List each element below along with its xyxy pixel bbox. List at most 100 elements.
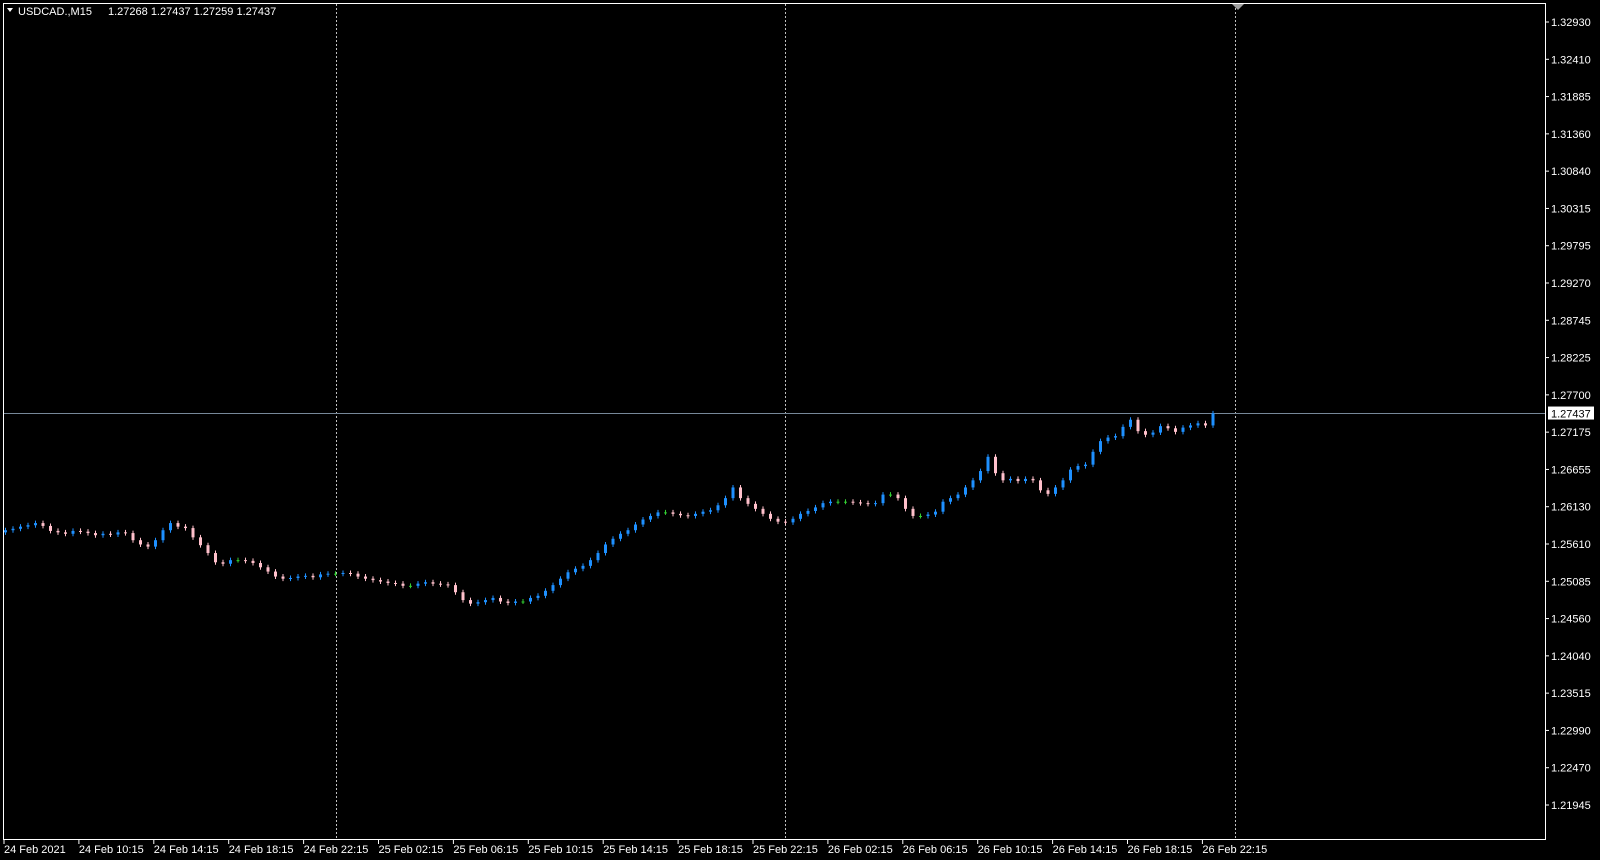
candle-body bbox=[491, 597, 495, 601]
candle-body bbox=[776, 518, 780, 522]
candle-body bbox=[1196, 423, 1200, 426]
x-tick-label: 24 Feb 18:15 bbox=[229, 844, 294, 856]
candle-body bbox=[686, 515, 690, 517]
candle-body bbox=[461, 592, 465, 601]
candle-body bbox=[1091, 451, 1095, 465]
candle-body bbox=[251, 560, 255, 564]
y-tick-label: 1.24040 bbox=[1551, 651, 1591, 663]
candle-body bbox=[176, 523, 180, 527]
candle-body bbox=[94, 533, 97, 536]
candle-body bbox=[544, 590, 547, 596]
y-tick-label: 1.23515 bbox=[1551, 688, 1591, 700]
candle-body bbox=[1039, 480, 1042, 491]
candle-body bbox=[86, 531, 90, 534]
candle-body bbox=[349, 572, 352, 574]
candle-body bbox=[941, 501, 945, 512]
candle-body bbox=[506, 601, 510, 603]
candle-body bbox=[589, 560, 592, 566]
candle-body bbox=[439, 583, 442, 585]
candle-body bbox=[971, 480, 975, 488]
candle-body bbox=[874, 503, 877, 505]
candle-body bbox=[454, 585, 457, 593]
candle-body bbox=[761, 508, 765, 514]
candle-body bbox=[634, 524, 637, 531]
candle-body bbox=[1046, 490, 1050, 494]
candle-body bbox=[296, 576, 300, 578]
y-tick-label: 1.28745 bbox=[1551, 315, 1591, 327]
candle-body bbox=[401, 583, 405, 586]
candle-body bbox=[1024, 478, 1027, 482]
candle-body bbox=[1189, 425, 1192, 428]
candle-body bbox=[409, 585, 412, 587]
candle-body bbox=[1061, 480, 1065, 488]
candle-body bbox=[716, 505, 720, 511]
candle-body bbox=[709, 510, 712, 512]
y-tick-label: 1.26130 bbox=[1551, 502, 1591, 514]
candle-body bbox=[1069, 469, 1072, 481]
candle-body bbox=[49, 525, 52, 531]
x-tick-label: 26 Feb 18:15 bbox=[1128, 844, 1193, 856]
candle-body bbox=[836, 501, 840, 503]
y-tick-label: 1.24560 bbox=[1551, 614, 1591, 626]
candle-body bbox=[236, 560, 240, 562]
candle-body bbox=[979, 471, 982, 481]
candle-body bbox=[581, 565, 585, 569]
x-tick-label: 24 Feb 22:15 bbox=[304, 844, 369, 856]
candle-body bbox=[949, 498, 952, 502]
x-tick-label: 26 Feb 14:15 bbox=[1053, 844, 1118, 856]
candle-body bbox=[791, 518, 795, 523]
candle-body bbox=[34, 523, 37, 526]
candle-body bbox=[311, 575, 315, 578]
x-tick-label: 26 Feb 02:15 bbox=[828, 844, 893, 856]
candle-body bbox=[1054, 487, 1057, 494]
candle-body bbox=[724, 498, 727, 506]
candle-body bbox=[514, 601, 517, 603]
candle-body bbox=[1151, 432, 1155, 435]
x-tick-label: 24 Feb 10:15 bbox=[79, 844, 144, 856]
candle-body bbox=[124, 532, 127, 534]
candle-body bbox=[289, 577, 292, 579]
candle-body bbox=[484, 600, 487, 603]
candle-body bbox=[1001, 473, 1005, 481]
candle-body bbox=[889, 494, 892, 496]
candle-body bbox=[799, 513, 802, 519]
candle-body bbox=[821, 503, 825, 508]
candle-body bbox=[844, 501, 847, 503]
candle-body bbox=[649, 515, 652, 520]
candle-body bbox=[596, 553, 600, 561]
candle-body bbox=[206, 545, 210, 554]
candle-body bbox=[139, 540, 142, 545]
candle-body bbox=[334, 573, 337, 575]
candle-body bbox=[416, 583, 420, 586]
candle-body bbox=[1211, 413, 1215, 426]
candle-body bbox=[356, 573, 360, 577]
candle-body bbox=[1181, 427, 1185, 432]
candle-body bbox=[814, 507, 817, 511]
candle-body bbox=[1136, 419, 1140, 432]
candle-body bbox=[71, 530, 75, 534]
candle-body bbox=[259, 563, 262, 568]
candle-body bbox=[926, 514, 930, 516]
candle-body bbox=[394, 582, 397, 584]
candle-body bbox=[671, 512, 675, 514]
candle-body bbox=[79, 530, 82, 532]
y-tick-label: 1.29270 bbox=[1551, 278, 1591, 290]
candle-body bbox=[1129, 419, 1132, 427]
candle-body bbox=[499, 597, 502, 602]
candle-body bbox=[101, 533, 105, 536]
y-tick-label: 1.32410 bbox=[1551, 54, 1591, 66]
candle-body bbox=[1204, 423, 1207, 426]
candle-body bbox=[19, 526, 22, 529]
candle-body bbox=[1166, 426, 1170, 429]
candle-body bbox=[1121, 426, 1125, 437]
candle-body bbox=[1114, 436, 1117, 438]
candle-body bbox=[679, 513, 682, 516]
candle-body bbox=[994, 456, 997, 474]
candle-body bbox=[769, 513, 772, 519]
candle-body bbox=[154, 540, 157, 547]
price-chart[interactable]: 1.32930 1.32410 1.31885 1.31360 1.30840 1.303… bbox=[0, 0, 1600, 860]
candle-body bbox=[934, 511, 937, 515]
candle-body bbox=[386, 581, 390, 583]
candle-body bbox=[424, 582, 427, 584]
y-tick-label: 1.30840 bbox=[1551, 166, 1591, 178]
